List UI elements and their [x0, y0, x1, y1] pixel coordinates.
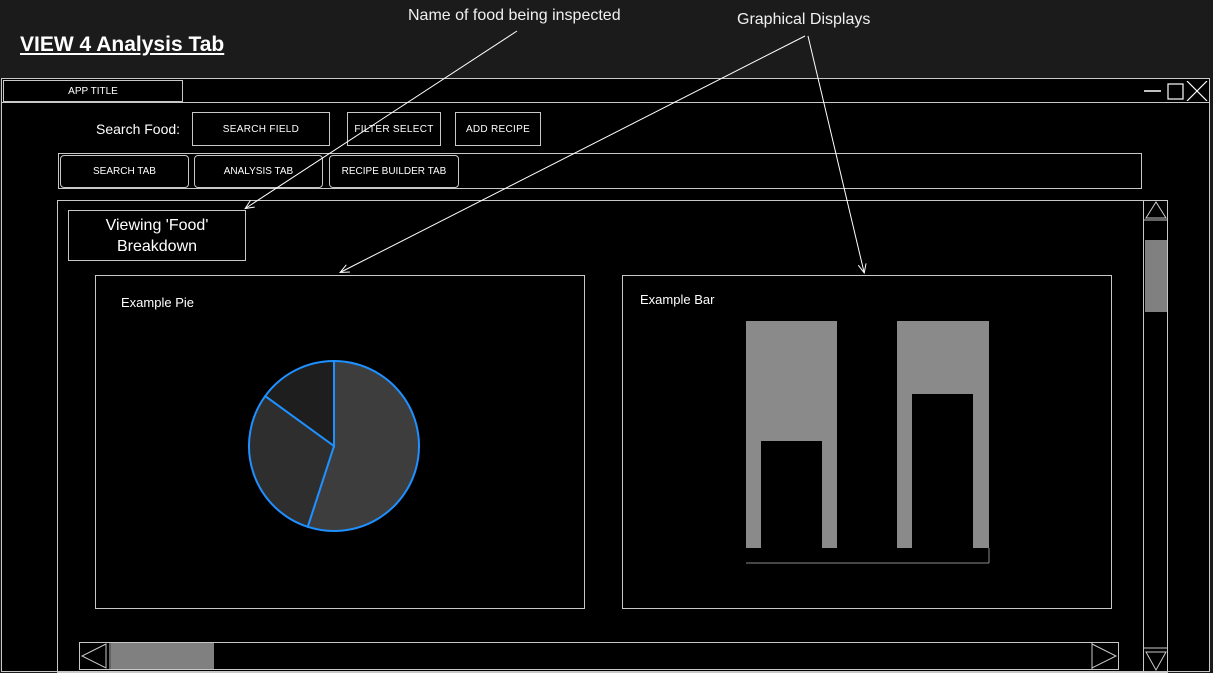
close-icon[interactable] — [1185, 81, 1209, 101]
food-title-line2: Breakdown — [116, 237, 198, 255]
tab-search[interactable]: SEARCH TAB — [60, 155, 189, 188]
scroll-right-icon[interactable] — [1091, 643, 1118, 669]
search-input[interactable]: SEARCH FIELD — [192, 112, 330, 146]
tab-bar: SEARCH TAB ANALYSIS TAB RECIPE BUILDER T… — [58, 153, 1142, 189]
bar-2-inner — [912, 394, 973, 548]
tab-analysis[interactable]: ANALYSIS TAB — [194, 155, 323, 188]
pie-chart — [248, 359, 420, 532]
analysis-content: Viewing 'Food' Breakdown Example Pie Exa… — [57, 200, 1168, 673]
bar-1-inner — [761, 441, 822, 548]
vertical-scroll-thumb[interactable] — [1145, 240, 1167, 312]
bar-chart-panel: Example Bar — [622, 275, 1112, 609]
filter-select[interactable]: FILTER SELECT — [347, 112, 441, 146]
horizontal-scrollbar[interactable] — [79, 642, 1119, 670]
food-title-box: Viewing 'Food' Breakdown — [68, 210, 246, 261]
scroll-up-icon[interactable] — [1145, 201, 1167, 219]
scroll-left-icon[interactable] — [80, 643, 107, 669]
title-bar: APP TITLE — [2, 79, 1209, 103]
annotation-food-name: Name of food being inspected — [408, 7, 621, 24]
pie-chart-panel: Example Pie — [95, 275, 585, 609]
food-title-line1: Viewing 'Food' — [105, 216, 209, 234]
horizontal-scroll-thumb[interactable] — [111, 643, 214, 669]
tab-recipe-builder[interactable]: RECIPE BUILDER TAB — [329, 155, 459, 188]
scroll-down-icon[interactable] — [1145, 651, 1167, 672]
app-title: APP TITLE — [3, 80, 183, 102]
search-food-label: Search Food: — [96, 121, 181, 137]
app-window: APP TITLE Search Food: SEARCH FIELD FILT… — [1, 78, 1210, 673]
page-heading: VIEW 4 Analysis Tab — [20, 33, 225, 56]
vertical-scrollbar[interactable] — [1143, 200, 1168, 673]
minimize-icon[interactable] — [1141, 81, 1165, 101]
add-recipe-button[interactable]: ADD RECIPE — [455, 112, 541, 146]
annotation-graphical-displays: Graphical Displays — [737, 11, 871, 28]
bar-chart — [746, 321, 990, 564]
